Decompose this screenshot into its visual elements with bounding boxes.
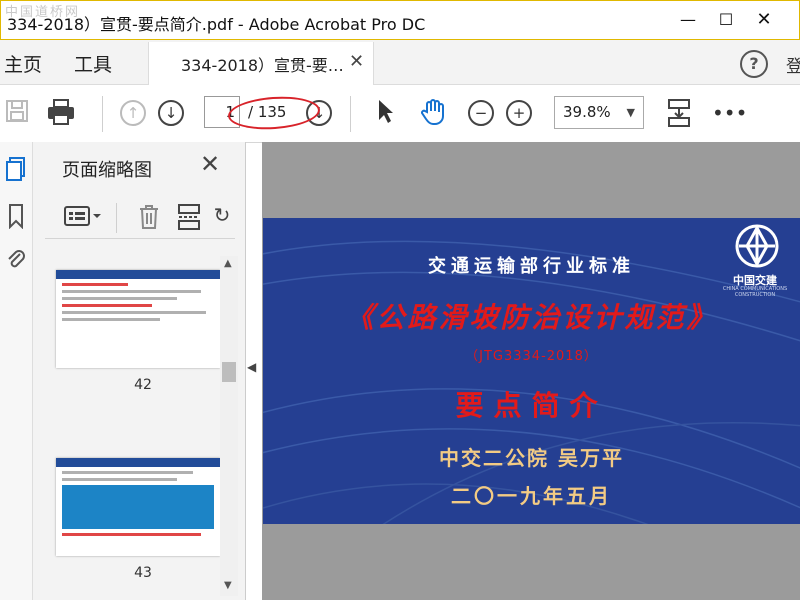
hand-tool-icon[interactable]	[418, 98, 448, 128]
delete-page-icon[interactable]	[134, 203, 164, 233]
document-title: 《公路滑坡防治设计规范》	[345, 301, 718, 334]
thumbnail-label-42: 42	[134, 377, 152, 393]
document-subtitle: 要点简介	[455, 389, 608, 422]
sign-in-link[interactable]: 登	[786, 52, 800, 77]
previous-page-icon[interactable]: ↑	[120, 100, 146, 126]
fit-page-icon[interactable]	[664, 98, 694, 128]
rotate-page-icon[interactable]: ↻	[212, 203, 232, 233]
document-tab-label: 334-2018）宣贯-要…	[181, 56, 344, 75]
thumbnail-scrollbar[interactable]	[220, 256, 238, 596]
close-window-button[interactable]: ✕	[752, 8, 776, 32]
bookmark-icon[interactable]	[4, 203, 28, 230]
help-icon[interactable]: ?	[740, 50, 768, 78]
print-icon[interactable]	[46, 98, 76, 128]
zoom-value: 39.8%	[563, 103, 611, 121]
thumbnail-scroll-thumb[interactable]	[222, 362, 236, 382]
zoom-in-icon[interactable]: +	[506, 100, 532, 126]
attachment-icon[interactable]	[4, 246, 28, 272]
document-tab[interactable]: 334-2018）宣贯-要… ✕	[148, 42, 374, 85]
menu-tools[interactable]: 工具	[74, 50, 112, 77]
thumbnail-page-42[interactable]	[56, 270, 220, 368]
close-panel-icon[interactable]: ✕	[200, 150, 220, 178]
standard-heading: 交通运输部行业标准	[428, 256, 635, 277]
insert-page-icon[interactable]	[174, 203, 204, 233]
maximize-button[interactable]: ☐	[714, 8, 738, 32]
next-page-icon[interactable]: ↓	[158, 100, 184, 126]
menu-tab-bar	[0, 40, 800, 85]
date-line: 二〇一九年五月	[451, 484, 612, 508]
close-tab-icon[interactable]: ✕	[349, 51, 364, 72]
standard-code: （JTG3334-2018）	[465, 349, 598, 364]
page-thumbnails-icon[interactable]	[4, 156, 28, 182]
zoom-out-icon[interactable]: −	[468, 100, 494, 126]
window-title: 334-2018）宣贯-要点简介.pdf - Adobe Acrobat Pro…	[7, 15, 426, 34]
panel-title: 页面缩略图	[62, 160, 152, 181]
scroll-up-icon[interactable]: ▲	[224, 258, 232, 269]
collapse-panel-icon[interactable]: ◀	[247, 360, 256, 374]
more-options-icon[interactable]: •••	[712, 98, 747, 128]
select-pointer-icon[interactable]	[370, 98, 400, 128]
pdf-page: 中国交建 CHINA COMMUNICATIONS CONSTRUCTION 交…	[263, 218, 800, 524]
author-line: 中交二公院 吴万平	[439, 446, 624, 470]
thumbnail-label-43: 43	[134, 565, 152, 581]
thumbnail-page-43[interactable]	[56, 458, 220, 556]
panel-toolbar-divider	[116, 203, 117, 233]
chevron-down-icon: ▼	[626, 106, 635, 119]
thumbnail-options-icon[interactable]	[62, 203, 104, 233]
scroll-down-icon[interactable]: ▼	[224, 580, 232, 591]
menu-home[interactable]: 主页	[4, 50, 42, 77]
save-icon[interactable]	[2, 98, 32, 128]
toolbar-divider	[102, 96, 103, 132]
toolbar-divider	[350, 96, 351, 132]
minimize-button[interactable]: —	[676, 8, 700, 32]
zoom-select[interactable]: 39.8% ▼	[554, 96, 644, 129]
